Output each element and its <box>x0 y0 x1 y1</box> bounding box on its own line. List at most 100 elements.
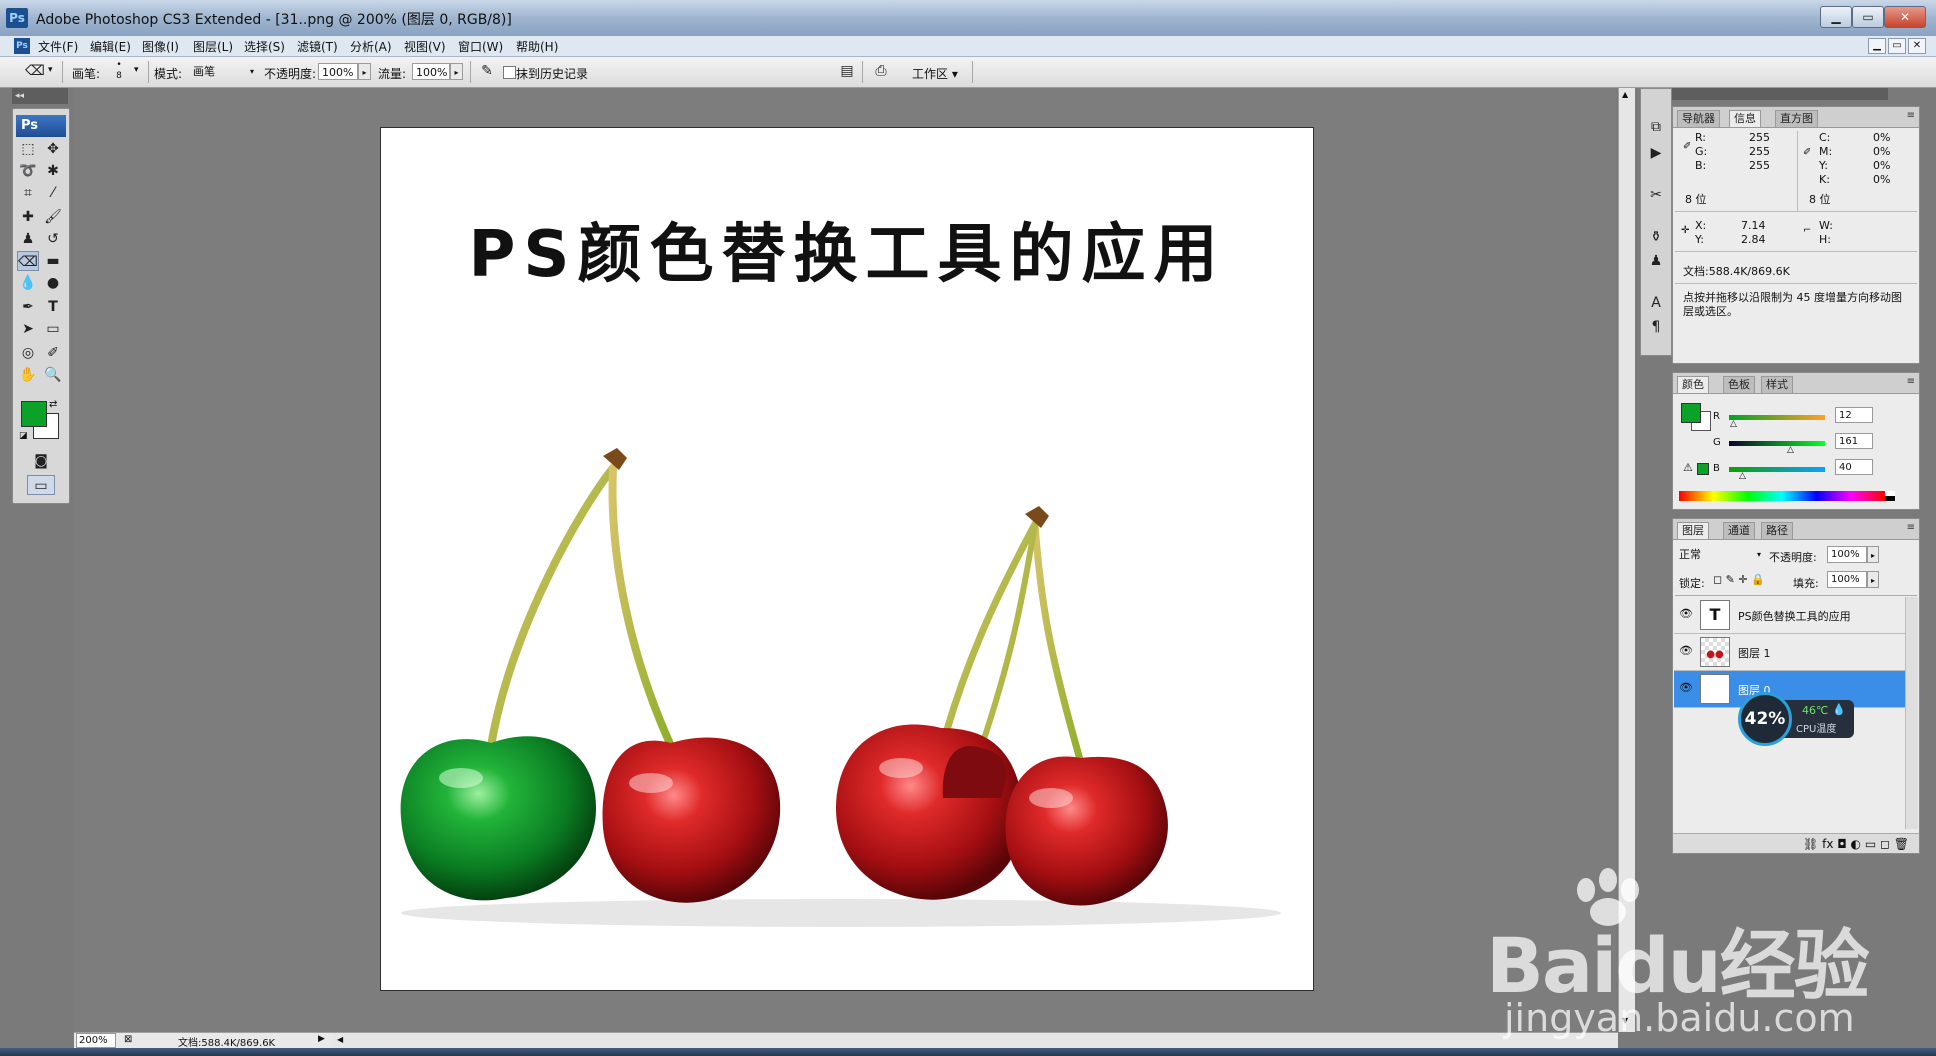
workspace-menu[interactable]: 工作区 ▾ <box>912 65 958 82</box>
maximize-button[interactable]: ▭ <box>1852 6 1884 28</box>
document-canvas[interactable]: PS颜色替换工具的应用 <box>380 127 1314 991</box>
gamut-color-chip[interactable] <box>1697 463 1709 475</box>
scroll-left-icon[interactable]: ◀ <box>337 1035 343 1044</box>
b-slider-thumb[interactable]: △ <box>1739 471 1746 481</box>
minimize-button[interactable]: ▁ <box>1820 6 1852 28</box>
status-icon[interactable]: ⊠ <box>124 1034 132 1045</box>
lasso-tool-icon[interactable]: ➰ <box>17 161 39 181</box>
lock-icons[interactable]: ◻ ✎ ✛ 🔒 <box>1713 573 1765 586</box>
close-button[interactable]: ✕ <box>1884 6 1926 28</box>
g-slider-thumb[interactable]: △ <box>1787 445 1794 455</box>
gradient-tool-icon[interactable]: ▬ <box>42 251 64 271</box>
fill-arrow[interactable]: ▸ <box>1867 571 1879 588</box>
quick-mask-icon[interactable]: ◙ <box>30 451 52 471</box>
layer-row-1[interactable]: 👁 ●● 图层 1 <box>1674 634 1918 671</box>
gamut-warning-icon[interactable]: ⚠ <box>1683 461 1693 474</box>
clone-source-icon[interactable]: ♟ <box>1645 251 1667 271</box>
tab-info[interactable]: 信息 <box>1729 110 1761 127</box>
layers-panel-menu-icon[interactable]: ≡ <box>1907 522 1915 533</box>
opacity-input[interactable]: 100% <box>318 63 358 80</box>
character-panel-icon[interactable]: A <box>1645 293 1667 313</box>
status-menu-arrow[interactable]: ▶ <box>318 1034 325 1044</box>
flow-slider-arrow[interactable]: ▸ <box>450 63 463 80</box>
flow-input[interactable]: 100% <box>412 63 450 80</box>
hand-tool-icon[interactable]: ✋ <box>17 365 39 385</box>
menu-image[interactable]: 图像(I) <box>142 38 179 55</box>
brush-tool-icon[interactable]: 🖌 <box>42 207 64 227</box>
eyedropper-icon[interactable]: ✐ <box>42 343 64 363</box>
g-value-input[interactable]: 161 <box>1835 433 1873 449</box>
history-brush-icon[interactable]: ↺ <box>42 229 64 249</box>
tab-styles[interactable]: 样式 <box>1761 376 1793 393</box>
healing-brush-icon[interactable]: ✚ <box>17 207 39 227</box>
palette-well-icon[interactable]: ▤ <box>836 61 858 81</box>
fill-input[interactable]: 100% <box>1827 571 1867 588</box>
tab-histogram[interactable]: 直方图 <box>1775 110 1818 127</box>
tab-paths[interactable]: 路径 <box>1761 522 1793 539</box>
panel-menu-icon[interactable]: ≡ <box>1907 110 1915 121</box>
doc-close-button[interactable]: ✕ <box>1908 38 1926 54</box>
mode-select[interactable]: 画笔 ▾ <box>190 63 256 80</box>
tab-channels[interactable]: 通道 <box>1723 522 1755 539</box>
color-panel-menu-icon[interactable]: ≡ <box>1907 376 1915 387</box>
zoom-field[interactable]: 200% <box>76 1033 116 1048</box>
marquee-tool-icon[interactable]: ⬚ <box>17 139 39 159</box>
3d-rotate-icon[interactable]: ◎ <box>17 343 39 363</box>
menu-file[interactable]: 文件(F) <box>38 38 78 55</box>
shape-tool-icon[interactable]: ▭ <box>42 319 64 339</box>
crop-tool-icon[interactable]: ⌗ <box>17 183 39 203</box>
history-panel-icon[interactable]: ⧉ <box>1645 117 1667 137</box>
menu-help[interactable]: 帮助(H) <box>516 38 558 55</box>
swap-colors-icon[interactable]: ⇄ <box>49 399 57 410</box>
eraser-tool-icon[interactable]: ⌫ <box>17 251 39 271</box>
move-tool-icon[interactable]: ✥ <box>42 139 64 159</box>
toolbox-header[interactable]: ◂◂ <box>12 88 68 104</box>
brushes-panel-icon[interactable]: ⚱ <box>1645 227 1667 247</box>
layers-footer-actions[interactable]: ⛓ fx ◘ ◐ ▭ ◻ 🗑 <box>1673 833 1919 853</box>
tab-navigator[interactable]: 导航器 <box>1677 110 1720 127</box>
layer-opacity-input[interactable]: 100% <box>1827 546 1867 563</box>
brush-picker-arrow[interactable]: ▾ <box>134 65 139 75</box>
dodge-tool-icon[interactable]: ● <box>42 273 64 293</box>
tool-presets-icon[interactable]: ✂ <box>1645 185 1667 205</box>
horizontal-scrollbar[interactable]: ◀ <box>333 1032 1618 1049</box>
r-slider-track[interactable] <box>1729 415 1825 420</box>
visibility-eye-icon[interactable]: 👁 <box>1679 681 1693 695</box>
menu-select[interactable]: 选择(S) <box>244 38 285 55</box>
brush-picker[interactable]: • 8 <box>112 60 126 84</box>
menu-edit[interactable]: 编辑(E) <box>90 38 131 55</box>
scroll-up-icon[interactable]: ▲ <box>1622 90 1628 99</box>
document-icon[interactable]: Ps <box>14 38 30 54</box>
tab-color[interactable]: 颜色 <box>1677 376 1709 393</box>
menu-view[interactable]: 视图(V) <box>404 38 446 55</box>
magic-wand-icon[interactable]: ✱ <box>42 161 64 181</box>
doc-restore-button[interactable]: ▭ <box>1888 38 1906 54</box>
foreground-color-swatch-top[interactable] <box>21 401 47 427</box>
tab-swatches[interactable]: 色板 <box>1723 376 1755 393</box>
paragraph-panel-icon[interactable]: ¶ <box>1645 317 1667 337</box>
visibility-eye-icon[interactable]: 👁 <box>1679 607 1693 621</box>
bridge-icon[interactable]: ⎙ <box>870 61 892 81</box>
zoom-tool-icon[interactable]: 🔍 <box>42 365 64 385</box>
r-value-input[interactable]: 12 <box>1835 407 1873 423</box>
doc-minimize-button[interactable]: ▁ <box>1868 38 1886 54</box>
b-value-input[interactable]: 40 <box>1835 459 1873 475</box>
fg-color-chip[interactable] <box>1681 403 1701 423</box>
actions-panel-icon[interactable]: ▶ <box>1645 143 1667 163</box>
slice-tool-icon[interactable]: ⁄ <box>42 183 64 203</box>
g-slider-track[interactable] <box>1729 441 1825 446</box>
r-slider-thumb[interactable]: △ <box>1730 419 1737 429</box>
cpu-monitor-widget[interactable]: 46℃ 💧 CPU温度 42% <box>1738 692 1856 750</box>
clone-stamp-icon[interactable]: ♟ <box>17 229 39 249</box>
path-selection-icon[interactable]: ➤ <box>17 319 39 339</box>
blur-tool-icon[interactable]: 💧 <box>17 273 39 293</box>
menu-window[interactable]: 窗口(W) <box>458 38 503 55</box>
pen-tool-icon[interactable]: ✒ <box>17 297 39 317</box>
default-colors-icon[interactable]: ◪ <box>19 431 28 441</box>
airbrush-icon[interactable]: ✎ <box>476 61 498 81</box>
menu-filter[interactable]: 滤镜(T) <box>297 38 338 55</box>
color-ramp[interactable] <box>1679 491 1885 501</box>
visibility-eye-icon[interactable]: 👁 <box>1679 644 1693 658</box>
menu-analysis[interactable]: 分析(A) <box>350 38 392 55</box>
type-tool-icon[interactable]: T <box>42 297 64 317</box>
